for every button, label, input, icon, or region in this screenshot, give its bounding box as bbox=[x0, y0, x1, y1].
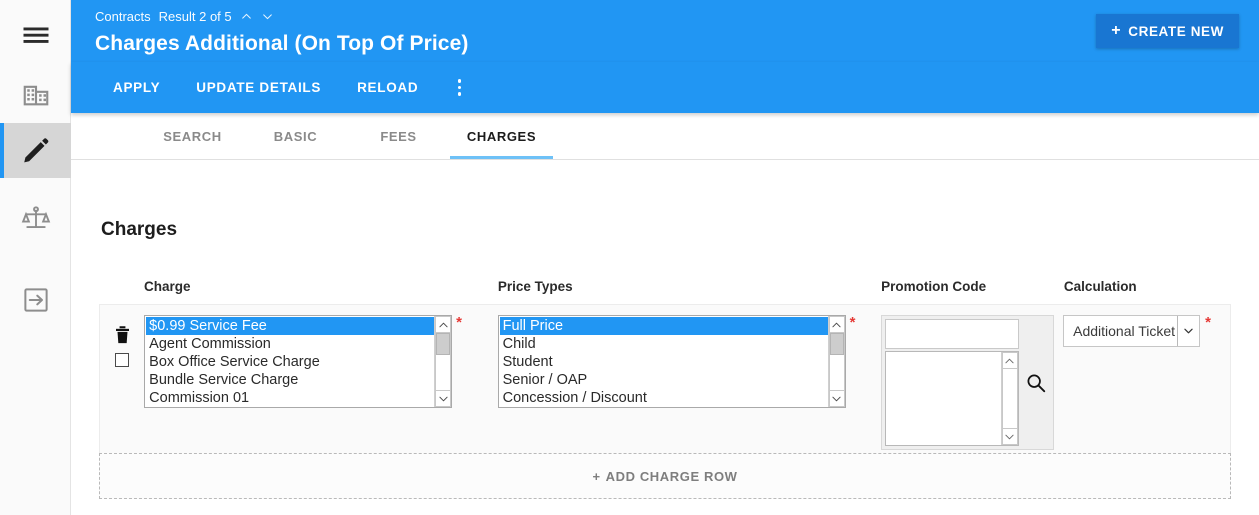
trash-icon[interactable] bbox=[114, 325, 131, 345]
chevron-down-icon bbox=[1184, 328, 1193, 334]
sidebar-item-venues[interactable] bbox=[0, 65, 71, 120]
main-column: Contracts Result 2 of 5 Charges Addition… bbox=[71, 0, 1259, 515]
sidebar-item-contracts[interactable] bbox=[0, 123, 71, 178]
promotion-code-widget bbox=[880, 315, 1054, 450]
section-title: Charges bbox=[101, 219, 178, 240]
price-types-scrollbar[interactable] bbox=[827, 316, 845, 407]
create-new-label: CREATE NEW bbox=[1128, 23, 1224, 39]
chevron-up-icon bbox=[832, 322, 841, 327]
chevron-up-icon bbox=[1005, 358, 1014, 363]
column-header-calculation: Calculation bbox=[1063, 279, 1137, 294]
column-header-charge: Charge bbox=[144, 279, 191, 294]
scroll-up-button[interactable] bbox=[435, 316, 452, 333]
tab-charges[interactable]: CHARGES bbox=[450, 113, 553, 159]
chevron-up-icon[interactable] bbox=[240, 10, 253, 23]
price-type-option[interactable]: Full Price bbox=[499, 317, 828, 335]
logout-icon bbox=[23, 287, 48, 312]
reload-button[interactable]: RELOAD bbox=[339, 70, 436, 106]
charge-option[interactable]: Commission 01 bbox=[146, 389, 434, 407]
tab-search[interactable]: SEARCH bbox=[141, 113, 244, 159]
menu-icon bbox=[23, 27, 48, 43]
promotion-code-options bbox=[886, 352, 1001, 445]
breadcrumb-contracts[interactable]: Contracts bbox=[95, 9, 151, 24]
calculation-selected-value: Additional Ticket bbox=[1073, 323, 1176, 339]
charge-scrollbar[interactable] bbox=[434, 316, 452, 407]
create-new-button[interactable]: + CREATE NEW bbox=[1096, 14, 1239, 48]
breadcrumb: Contracts Result 2 of 5 bbox=[95, 6, 1235, 26]
pencil-icon bbox=[23, 137, 48, 162]
building-icon bbox=[23, 85, 48, 105]
sidebar-item-legal[interactable] bbox=[0, 191, 71, 246]
sidebar-item-menu[interactable] bbox=[0, 7, 71, 62]
charge-option[interactable]: Bundle Service Charge bbox=[146, 371, 434, 389]
kebab-menu-icon[interactable] bbox=[442, 71, 476, 105]
charge-option[interactable]: Box Office Service Charge bbox=[146, 353, 434, 371]
scales-icon bbox=[21, 205, 50, 228]
add-charge-row-button[interactable]: + ADD CHARGE ROW bbox=[99, 453, 1231, 499]
scroll-track[interactable] bbox=[828, 333, 845, 390]
charge-field: $0.99 Service Fee Agent Commission Box O… bbox=[144, 315, 497, 453]
app-root: Contracts Result 2 of 5 Charges Addition… bbox=[0, 0, 1259, 515]
scroll-thumb[interactable] bbox=[829, 333, 844, 355]
row-tools bbox=[100, 315, 144, 453]
chevron-down-icon[interactable] bbox=[261, 10, 274, 23]
column-header-promotion-code: Promotion Code bbox=[881, 279, 987, 294]
scroll-down-button[interactable] bbox=[1001, 428, 1018, 445]
calculation-dropdown-arrow[interactable] bbox=[1177, 316, 1200, 346]
tab-fees[interactable]: FEES bbox=[347, 113, 450, 159]
scroll-thumb[interactable] bbox=[436, 333, 451, 355]
plus-icon: + bbox=[1111, 22, 1122, 39]
required-marker-calculation: * bbox=[1205, 314, 1211, 331]
column-headers: Charge Price Types Promotion Code Calcul… bbox=[99, 279, 1231, 294]
charge-option[interactable]: Agent Commission bbox=[146, 335, 434, 353]
charge-option[interactable]: $0.99 Service Fee bbox=[146, 317, 435, 335]
price-types-field: Full Price Child Student Senior / OAP Co… bbox=[497, 314, 881, 453]
action-toolbar: APPLY UPDATE DETAILS RELOAD bbox=[71, 62, 1259, 113]
scroll-track[interactable] bbox=[435, 333, 452, 390]
price-types-options: Full Price Child Student Senior / OAP Co… bbox=[499, 316, 828, 407]
add-charge-row-label: ADD CHARGE ROW bbox=[605, 468, 738, 484]
promotion-code-field bbox=[880, 315, 1064, 453]
result-counter: Result 2 of 5 bbox=[158, 8, 232, 24]
price-type-option[interactable]: Student bbox=[500, 353, 828, 371]
promotion-code-search-button[interactable] bbox=[1020, 316, 1053, 449]
scroll-down-button[interactable] bbox=[435, 390, 452, 407]
column-header-price-types: Price Types bbox=[497, 279, 573, 294]
search-icon bbox=[1027, 374, 1046, 392]
promotion-code-input[interactable] bbox=[884, 319, 1019, 349]
scroll-down-button[interactable] bbox=[828, 390, 845, 407]
promotion-code-inner bbox=[882, 316, 1020, 449]
price-type-option[interactable]: Senior / OAP bbox=[500, 371, 828, 389]
charge-options: $0.99 Service Fee Agent Commission Box O… bbox=[145, 316, 435, 407]
promotion-code-listbox[interactable] bbox=[884, 351, 1019, 446]
app-header: Contracts Result 2 of 5 Charges Addition… bbox=[71, 0, 1259, 62]
required-marker-price-types: * bbox=[849, 314, 856, 331]
required-marker-charge: * bbox=[456, 314, 463, 331]
charges-panel: Charges Charge Price Types Promotion Cod… bbox=[71, 160, 1259, 515]
left-nav-rail bbox=[0, 0, 71, 515]
price-type-option[interactable]: Child bbox=[500, 335, 828, 353]
tab-basic[interactable]: BASIC bbox=[244, 113, 347, 159]
chevron-down-icon bbox=[1005, 434, 1014, 439]
charge-listbox[interactable]: $0.99 Service Fee Agent Commission Box O… bbox=[144, 315, 453, 408]
scroll-track[interactable] bbox=[1001, 369, 1018, 428]
update-details-button[interactable]: UPDATE DETAILS bbox=[178, 70, 339, 106]
tab-bar: SEARCH BASIC FEES CHARGES bbox=[71, 113, 1259, 160]
chevron-down-icon bbox=[439, 396, 448, 401]
calculation-select[interactable]: Additional Ticket bbox=[1063, 315, 1201, 347]
charge-row: $0.99 Service Fee Agent Commission Box O… bbox=[99, 304, 1231, 453]
promotion-code-scrollbar[interactable] bbox=[1000, 352, 1018, 445]
calculation-field: Additional Ticket * bbox=[1063, 315, 1230, 453]
page-title: Charges Additional (On Top Of Price) bbox=[95, 32, 469, 55]
row-select-checkbox[interactable] bbox=[115, 353, 130, 367]
scroll-up-button[interactable] bbox=[1001, 352, 1018, 369]
chevron-down-icon bbox=[832, 396, 841, 401]
price-types-listbox[interactable]: Full Price Child Student Senior / OAP Co… bbox=[497, 315, 846, 408]
sidebar-item-logout[interactable] bbox=[0, 272, 71, 327]
chevron-up-icon bbox=[439, 322, 448, 327]
plus-icon: + bbox=[592, 468, 601, 484]
scroll-up-button[interactable] bbox=[828, 316, 845, 333]
price-type-option[interactable]: Concession / Discount bbox=[500, 389, 828, 407]
apply-button[interactable]: APPLY bbox=[95, 70, 178, 106]
